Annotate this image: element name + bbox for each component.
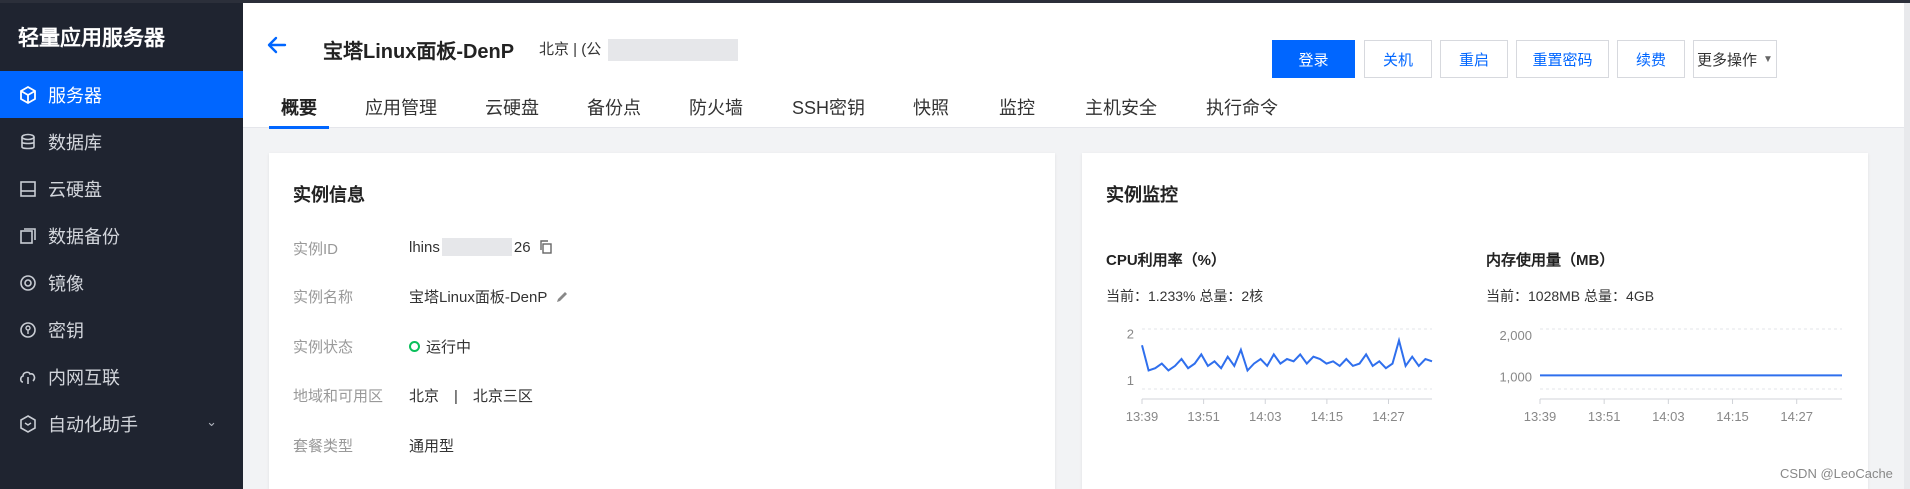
cpu-y-tick-label: 2 <box>1127 327 1134 342</box>
page-header: 宝塔Linux面板-DenP 北京 | (公 登录 关机 重启 重置密码 续费 … <box>243 3 1910 129</box>
cpu-x-tick-label: 14:27 <box>1372 409 1405 424</box>
cpu-series-line <box>1141 336 1433 373</box>
region-zone-label: 地域和可用区 <box>293 388 384 405</box>
instance-id-suffix: 26 <box>513 238 531 256</box>
sidebar-item-label: 数据库 <box>48 132 102 153</box>
tab-backup-points[interactable]: 备份点 <box>587 94 641 120</box>
memory-x-tick-label: 13:51 <box>1588 409 1621 424</box>
more-actions-dropdown[interactable]: 更多操作 ▼ <box>1693 40 1777 78</box>
memory-y-tick-label: 2,000 <box>1499 328 1532 343</box>
sidebar-item-label: 数据备份 <box>48 226 120 247</box>
memory-y-tick-label: 1,000 <box>1499 370 1532 385</box>
tab-app-management[interactable]: 应用管理 <box>365 94 437 120</box>
sidebar-item-image[interactable]: 镜像 <box>0 259 243 306</box>
login-button[interactable]: 登录 <box>1272 40 1355 78</box>
cpu-x-tick-label: 14:15 <box>1311 409 1344 424</box>
sidebar: 轻量应用服务器 服务器 数据库 云硬盘 数据备份 镜像 密钥 内网互联 自动化助… <box>0 3 243 489</box>
more-actions-label: 更多操作 <box>1697 51 1758 69</box>
back-button[interactable] <box>263 31 291 59</box>
reset-password-button[interactable]: 重置密码 <box>1516 40 1609 78</box>
tab-overview[interactable]: 概要 <box>281 94 317 120</box>
sidebar-item-servers[interactable]: 服务器 <box>0 71 243 118</box>
sidebar-item-label: 云硬盘 <box>48 179 102 200</box>
plan-type-value: 通用型 <box>409 438 455 455</box>
key-icon <box>18 320 38 340</box>
scrollbar[interactable] <box>1904 3 1910 489</box>
cpu-y-tick-label: 1 <box>1127 373 1134 388</box>
instance-monitor-card: 实例监控 CPU利用率（%） 当前：1.233% 总量：2核 2 1 13:39 13… <box>1082 153 1868 489</box>
status-text: 运行中 <box>426 339 472 356</box>
redacted-ip <box>608 39 738 61</box>
instance-name-text: 宝塔Linux面板-DenP <box>409 289 548 306</box>
edit-icon[interactable] <box>555 290 569 304</box>
instance-id-label: 实例ID <box>293 241 339 258</box>
memory-chart: 2,000 1,000 13:39 13:51 14:03 14:15 14:27 <box>1499 328 1842 424</box>
shutdown-button[interactable]: 关机 <box>1364 40 1432 78</box>
instance-status-value: 运行中 <box>409 336 471 357</box>
cpu-x-tick-label: 13:39 <box>1126 409 1159 424</box>
status-running-icon <box>409 341 420 352</box>
sidebar-item-label: 镜像 <box>48 273 84 294</box>
sidebar-brand: 轻量应用服务器 <box>18 27 165 50</box>
memory-x-tick-label: 14:15 <box>1716 409 1749 424</box>
instance-id-value: lhins 26 <box>409 238 553 256</box>
sidebar-item-label: 服务器 <box>48 85 102 106</box>
memory-x-tick-label: 13:39 <box>1524 409 1557 424</box>
sidebar-item-key[interactable]: 密钥 <box>0 306 243 353</box>
plan-type-label: 套餐类型 <box>293 438 354 455</box>
sidebar-item-label: 自动化助手 <box>48 414 138 435</box>
memory-chart-title: 内存使用量（MB） <box>1486 252 1615 269</box>
cube-icon <box>18 85 38 105</box>
cpu-chart: 2 1 13:39 13:51 14:03 14:15 14:27 <box>1126 327 1433 424</box>
cpu-chart-title: CPU利用率（%） <box>1106 252 1227 269</box>
watermark: CSDN @LeoCache <box>1780 466 1893 481</box>
tab-cloud-disk[interactable]: 云硬盘 <box>485 94 539 120</box>
instance-status-label: 实例状态 <box>293 339 354 356</box>
tab-snapshot[interactable]: 快照 <box>913 94 949 120</box>
sidebar-item-intranet[interactable]: 内网互联 <box>0 353 243 400</box>
instance-monitor-title: 实例监控 <box>1106 185 1178 205</box>
restart-button[interactable]: 重启 <box>1440 40 1508 78</box>
cpu-current-text: 当前：1.233% 总量：2核 <box>1106 288 1264 304</box>
page-title: 宝塔Linux面板-DenP <box>323 41 515 63</box>
sidebar-item-automation[interactable]: 自动化助手 ⌄ <box>0 400 243 447</box>
memory-current-text: 当前：1028MB 总量：4GB <box>1486 288 1655 304</box>
region-text: 北京 | (公 <box>539 41 602 58</box>
copy-icon[interactable] <box>539 240 553 254</box>
active-tab-indicator <box>269 126 329 129</box>
sidebar-item-database[interactable]: 数据库 <box>0 118 243 165</box>
caret-down-icon: ▼ <box>1763 53 1773 65</box>
instance-info-card: 实例信息 实例ID lhins 26 实例名称 宝塔Linux面板-DenP 实… <box>269 153 1055 489</box>
cpu-x-tick-label: 14:03 <box>1249 409 1282 424</box>
renew-button[interactable]: 续费 <box>1617 40 1685 78</box>
sidebar-item-cloud-disk[interactable]: 云硬盘 <box>0 165 243 212</box>
tab-ssh-keys[interactable]: SSH密钥 <box>792 94 865 120</box>
cpu-x-tick-label: 13:51 <box>1187 409 1220 424</box>
memory-x-tick-label: 14:03 <box>1652 409 1685 424</box>
backup-icon <box>18 226 38 246</box>
memory-x-tick-label: 14:27 <box>1780 409 1813 424</box>
region-zone-value: 北京 | 北京三区 <box>409 388 533 405</box>
tab-firewall[interactable]: 防火墙 <box>689 94 743 120</box>
instance-name-value: 宝塔Linux面板-DenP <box>409 286 569 307</box>
instance-name-label: 实例名称 <box>293 289 354 306</box>
sidebar-item-backup[interactable]: 数据备份 <box>0 212 243 259</box>
arrow-left-icon <box>267 36 287 54</box>
sidebar-item-label: 密钥 <box>48 320 84 341</box>
tab-run-command[interactable]: 执行命令 <box>1206 94 1278 120</box>
image-icon <box>18 273 38 293</box>
tab-monitor[interactable]: 监控 <box>999 94 1035 120</box>
chevron-down-icon: ⌄ <box>206 414 217 429</box>
automation-icon <box>18 414 38 434</box>
disk-icon <box>18 179 38 199</box>
database-icon <box>18 132 38 152</box>
instance-info-title: 实例信息 <box>293 185 365 205</box>
redacted-id <box>441 238 512 256</box>
link-icon <box>18 367 38 387</box>
tab-host-security[interactable]: 主机安全 <box>1085 94 1157 120</box>
instance-id-prefix: lhins <box>409 238 440 256</box>
sidebar-item-label: 内网互联 <box>48 367 120 388</box>
